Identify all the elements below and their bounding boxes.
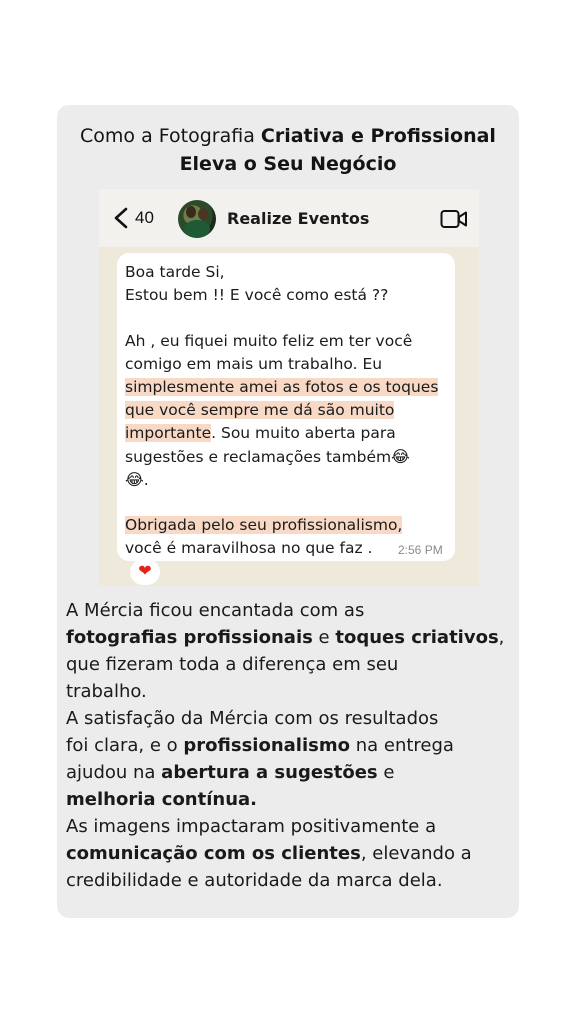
message-time: 2:56 PM	[398, 543, 443, 557]
chevron-left-icon[interactable]	[112, 206, 130, 230]
title-line-2: Eleva o Seu Negócio	[179, 153, 397, 175]
avatar[interactable]	[178, 200, 216, 238]
highlighted-text: importante	[125, 424, 212, 442]
message-line: Estou bem !! E você como está ??	[125, 286, 389, 304]
message-line: Ah , eu fiquei muito feliz em ter você	[125, 332, 413, 350]
highlighted-text: simplesmente amei as fotos e os toques	[125, 378, 439, 396]
description-text: A Mércia ficou encantada com as fotograf…	[66, 600, 505, 891]
chat-screenshot: 40 Realize Eventos Boa tarde Si, Estou b…	[99, 189, 479, 586]
message-line: sugestões e reclamações também	[125, 448, 392, 466]
page-title: Como a Fotografia Criativa e Profissiona…	[0, 122, 576, 178]
video-camera-icon[interactable]	[440, 209, 468, 229]
chat-header: 40 Realize Eventos	[99, 189, 479, 247]
message-line: comigo em mais um trabalho. Eu	[125, 355, 383, 373]
highlighted-text: Obrigada pelo seu profissionalismo,	[125, 516, 403, 534]
laughing-emoji-icon: 😂	[391, 447, 410, 466]
heart-icon[interactable]: ❤	[130, 559, 160, 585]
contact-name[interactable]: Realize Eventos	[227, 209, 369, 228]
title-line-1: Como a Fotografia Criativa e Profissiona…	[80, 125, 496, 147]
highlighted-text: que você sempre me dá são muito	[125, 401, 395, 419]
message-line: . Sou muito aberta para	[211, 424, 396, 442]
message-line: Boa tarde Si,	[125, 263, 225, 281]
message-text: Boa tarde Si, Estou bem !! E você como e…	[125, 261, 455, 560]
laughing-emoji-icon: 😂	[125, 470, 144, 489]
message-line: .	[143, 471, 149, 489]
back-count[interactable]: 40	[135, 208, 154, 228]
